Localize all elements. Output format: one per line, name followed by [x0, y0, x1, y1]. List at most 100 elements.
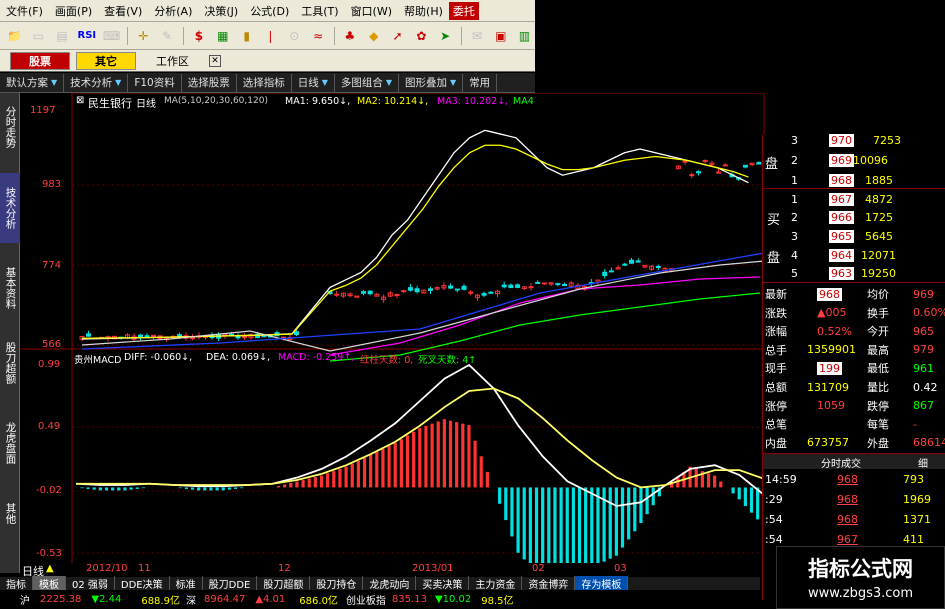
menu-view-screen[interactable]: 画面(P) — [49, 3, 98, 19]
overlay-label: 图形叠加 — [405, 77, 448, 89]
bars-icon[interactable]: ▮ — [236, 25, 258, 46]
period-dropdown[interactable]: 日线 ▼ — [292, 73, 335, 92]
signal-icon[interactable]: ≈ — [307, 25, 329, 46]
sidebar-item-timeshare[interactable]: 分时走势 — [0, 97, 20, 157]
stat-value: 131709 — [807, 380, 849, 394]
chart-area[interactable]: ⊠ 民生银行 日线 MA(5,10,20,30,60,120) MA1: 9.6… — [20, 93, 765, 573]
scheme-dropdown[interactable]: 默认方案 ▼ — [0, 73, 65, 92]
sidebar-item-other[interactable]: 其他 — [0, 493, 20, 533]
macd-bar — [633, 487, 637, 532]
f10-button[interactable]: F10资料 — [128, 73, 182, 92]
candles-icon[interactable]: ❘ — [260, 25, 281, 46]
chevron-down-icon: ▼ — [115, 78, 122, 87]
tab-gudao-dde[interactable]: 股刀DDE — [203, 576, 258, 591]
row-price: 965 — [829, 229, 854, 243]
tab-gudao-excess[interactable]: 股刀超额 — [257, 576, 311, 591]
select-indicator-button[interactable]: 选择指标 — [237, 73, 292, 92]
tab-template[interactable]: 模板 — [33, 576, 66, 591]
select-stock-button[interactable]: 选择股票 — [182, 73, 237, 92]
stat-value: ▲005 — [817, 306, 847, 320]
dollar-icon[interactable]: $ — [188, 25, 210, 46]
tab-dde-decision[interactable]: DDE决策 — [115, 576, 170, 591]
close-icon[interactable]: ✕ — [209, 54, 221, 67]
sidebar-item-excess[interactable]: 股刀超额 — [0, 333, 20, 393]
binoculars-icon[interactable]: ⊙ — [283, 25, 305, 46]
sidebar-item-dragon[interactable]: 龙虎盘面 — [0, 413, 20, 473]
stat-row: 总笔 每笔 - — [763, 415, 945, 433]
macd-bar — [565, 487, 569, 573]
menu-window[interactable]: 窗口(W) — [345, 3, 398, 19]
overlay-dropdown[interactable]: 图形叠加 ▼ — [399, 73, 464, 92]
separator — [182, 26, 184, 45]
tab-main-funds[interactable]: 主力资金 — [469, 576, 523, 591]
macd-bar — [498, 487, 502, 504]
row-volume: 1885 — [865, 173, 893, 187]
tab-trade-decision[interactable]: 买卖决策 — [416, 576, 470, 591]
divider — [763, 282, 945, 283]
menu-file[interactable]: 文件(F) — [0, 3, 49, 19]
tab-workspace[interactable]: 工作区 — [142, 51, 203, 70]
tech-analysis-dropdown[interactable]: 技术分析 ▼ — [64, 73, 129, 92]
macd-bar — [375, 451, 379, 488]
tab-stock[interactable]: 股票 — [10, 51, 70, 70]
period-label: 日线 — [297, 77, 319, 89]
stat-row: 总手 1359901 最高 979 — [763, 341, 945, 359]
ribbon-icon[interactable]: ✿ — [410, 25, 432, 46]
note-icon[interactable]: ✉ — [466, 25, 488, 46]
row-price: 964 — [829, 248, 854, 262]
multi-chart-dropdown[interactable]: 多图组合 ▼ — [335, 73, 400, 92]
pointer-icon[interactable]: ➤ — [434, 25, 456, 46]
pen-icon[interactable]: ✎ — [156, 25, 178, 46]
rsi-button[interactable]: RSI — [75, 25, 99, 46]
folder-icon[interactable]: 📁 — [4, 25, 25, 46]
menu-decision[interactable]: 决策(J) — [198, 3, 244, 19]
ma-line-6 — [81, 252, 765, 350]
stat-value: - — [913, 417, 917, 431]
menu-view[interactable]: 查看(V) — [98, 3, 148, 19]
chart-svg[interactable] — [20, 93, 765, 573]
row-volume: 4872 — [865, 192, 893, 206]
tab-other[interactable]: 其它 — [76, 51, 136, 70]
date-label: 02 — [532, 563, 545, 574]
buy-row-3: 3 965 5645 — [763, 227, 945, 245]
tab-standard[interactable]: 标准 — [170, 576, 203, 591]
date-label: 2013/01 — [412, 563, 454, 574]
book-icon[interactable]: ▥ — [514, 25, 536, 46]
sidebar-item-fundamentals[interactable]: 基本资料 — [0, 258, 20, 318]
quote-panel: 盘 3 970 7253 2 969 10096 1 968 1885 买 盘 … — [762, 133, 945, 600]
save-template-button[interactable]: 存为模板 — [575, 576, 629, 591]
menu-help[interactable]: 帮助(H) — [398, 3, 449, 19]
tab-gudao-holding[interactable]: 股刀持仓 — [310, 576, 364, 591]
candle-body — [401, 290, 407, 293]
tab-indicator[interactable]: 指标 — [0, 576, 33, 591]
menu-analysis[interactable]: 分析(A) — [148, 3, 198, 19]
ticks-detail-button[interactable]: 细 — [918, 455, 928, 470]
tab-strength[interactable]: 02 强弱 — [66, 576, 115, 591]
candle-body — [696, 171, 701, 174]
keyboard-icon[interactable]: ⌨ — [101, 25, 123, 46]
triangle-up-icon[interactable]: ▲ — [46, 563, 54, 574]
calendar-icon[interactable]: ▣ — [490, 25, 512, 46]
sz-index: 8964.47 — [203, 594, 246, 605]
buy-row-4: 4 964 12071 — [763, 246, 945, 264]
sidebar-item-technical[interactable]: 技术分析 — [0, 173, 20, 243]
diamond-icon[interactable]: ◆ — [363, 25, 385, 46]
macd-value: MACD: -0.259↑, — [278, 352, 355, 363]
grid-icon[interactable]: ▦ — [212, 25, 234, 46]
macd-bar — [756, 487, 760, 520]
menu-formula[interactable]: 公式(D) — [244, 3, 295, 19]
menu-trade[interactable]: 委托 — [448, 1, 479, 20]
arrow-icon[interactable]: ➚ — [387, 25, 408, 46]
common-button[interactable]: 常用 — [463, 73, 498, 92]
ma-params: MA(5,10,20,30,60,120) — [164, 96, 268, 106]
chevron-down-icon: ▼ — [385, 78, 393, 87]
chart-window-icon[interactable]: ▤ — [51, 25, 73, 46]
close-icon[interactable]: ⊠ — [76, 95, 84, 106]
macd-bar — [608, 487, 612, 559]
menu-tools[interactable]: 工具(T) — [295, 3, 344, 19]
window-icon[interactable]: ▭ — [27, 25, 49, 46]
crosshair-icon[interactable]: ✛ — [132, 25, 154, 46]
stock-pick-icon[interactable]: ♣ — [339, 25, 361, 46]
tab-fund-game[interactable]: 资金博弈 — [522, 576, 576, 591]
tab-dragon-tiger[interactable]: 龙虎动向 — [363, 576, 417, 591]
